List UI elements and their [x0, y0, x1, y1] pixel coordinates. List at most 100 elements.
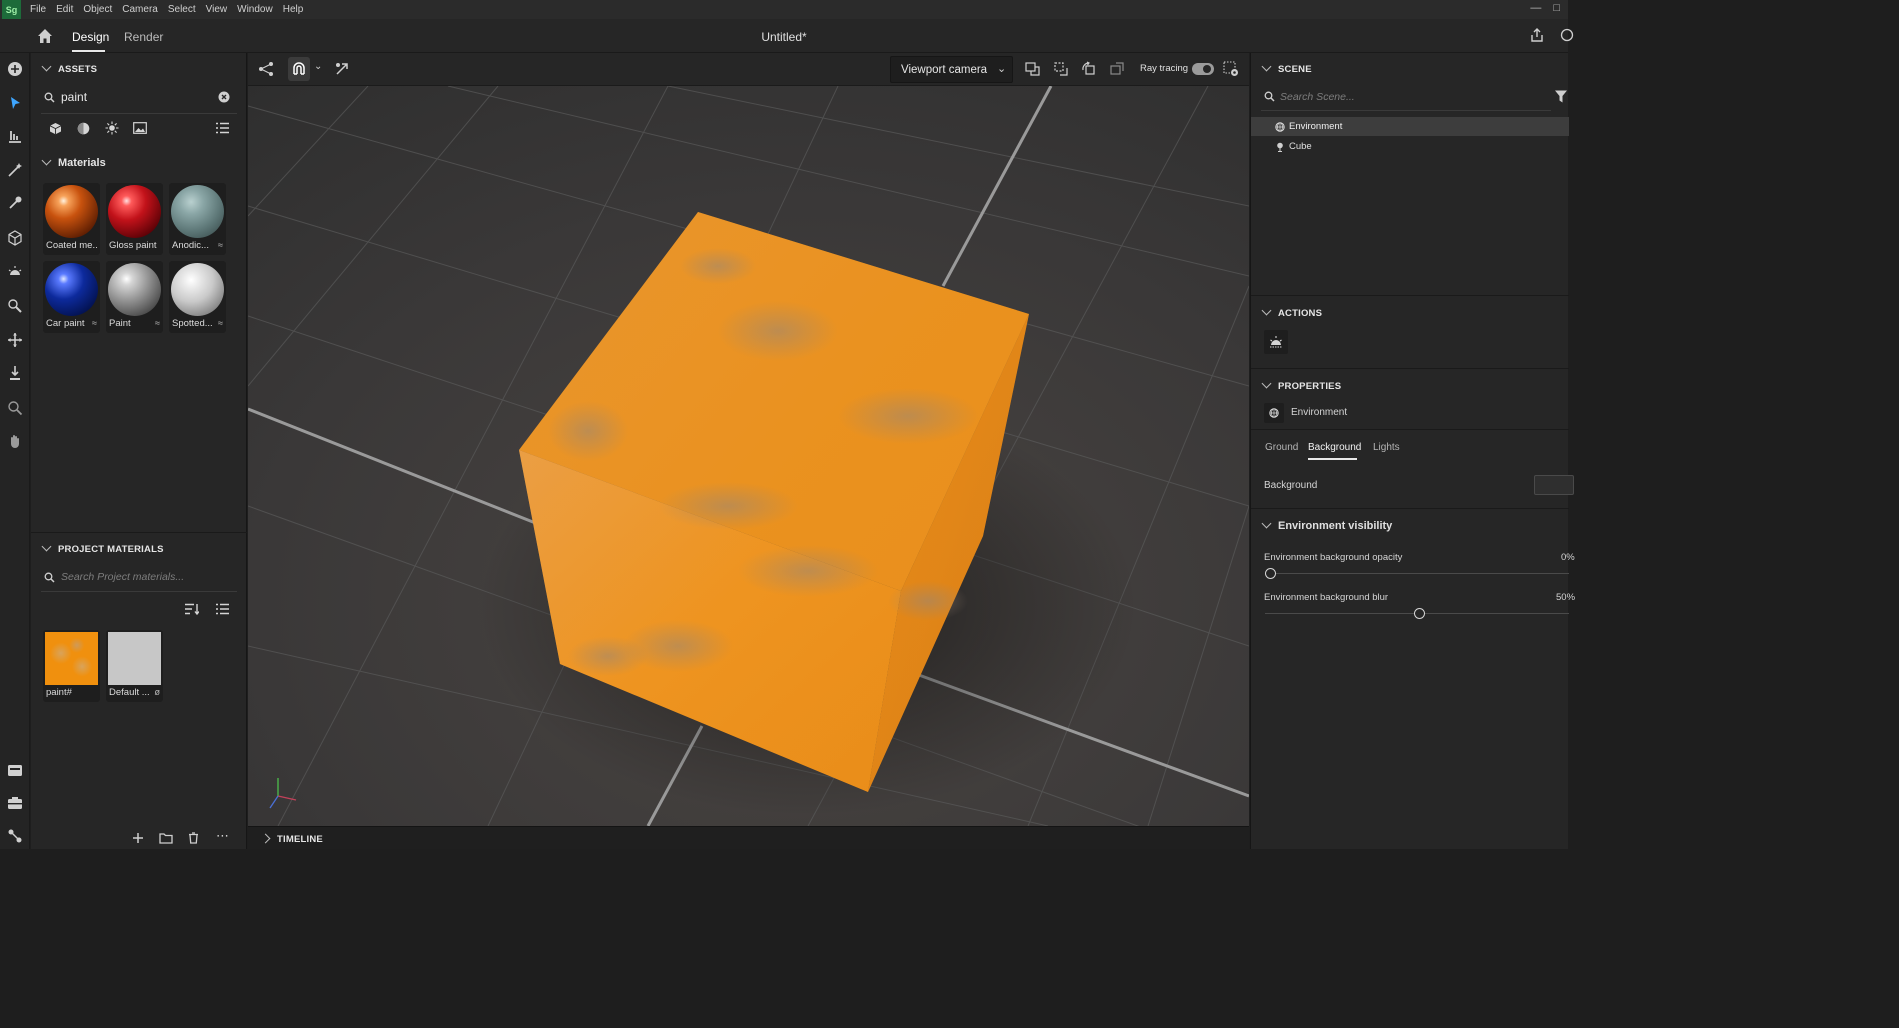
action-light-button[interactable] — [1264, 330, 1288, 354]
light-filter-icon[interactable] — [105, 121, 119, 135]
menu-object[interactable]: Object — [78, 4, 117, 15]
material-tile[interactable]: Gloss paint — [106, 183, 163, 255]
more-icon[interactable]: ⋯ — [216, 828, 229, 844]
material-swatch — [171, 185, 224, 238]
maximize-icon[interactable]: □ — [1553, 2, 1560, 14]
scene-item-label: Cube — [1289, 141, 1312, 152]
light-tool-icon[interactable] — [6, 263, 24, 281]
menu-help[interactable]: Help — [278, 4, 309, 15]
menu-edit[interactable]: Edit — [51, 4, 78, 15]
minimize-icon[interactable]: — — [1530, 2, 1541, 14]
hand-tool-icon[interactable] — [6, 432, 24, 450]
search-icon — [44, 92, 55, 103]
tab-ground[interactable]: Ground — [1265, 442, 1298, 453]
model-filter-icon[interactable] — [49, 122, 62, 135]
opacity-slider-track[interactable] — [1271, 573, 1569, 574]
render-settings-icon[interactable] — [1223, 61, 1239, 77]
library-icon[interactable] — [6, 794, 24, 812]
help-icon[interactable] — [1560, 28, 1574, 42]
camera-select[interactable]: Viewport camera ⌄ — [890, 56, 1013, 83]
folder-icon[interactable] — [159, 832, 173, 844]
project-material-tile[interactable]: Default ... ø — [106, 630, 163, 702]
materials-title: Materials — [58, 157, 106, 169]
scene-render[interactable] — [248, 86, 1249, 826]
viewport-canvas[interactable] — [248, 86, 1249, 826]
magic-wand-icon[interactable] — [6, 161, 24, 179]
materials-header[interactable]: Materials — [41, 155, 106, 169]
share-icon[interactable] — [1529, 27, 1545, 43]
material-filter-icon[interactable] — [77, 122, 90, 135]
sort-icon[interactable] — [185, 603, 199, 615]
camera-fit-icon[interactable] — [1053, 61, 1069, 77]
material-tile[interactable]: Paint ≈ — [106, 261, 163, 333]
clear-search-icon[interactable] — [218, 91, 230, 103]
add-icon[interactable] — [132, 832, 144, 844]
right-panel: SCENE Search Scene... Environment Cube A… — [1250, 53, 1575, 849]
panel-toggle-icon[interactable] — [6, 761, 24, 779]
magnet-icon — [293, 62, 305, 75]
opacity-slider-knob[interactable] — [1265, 568, 1276, 579]
blur-value[interactable]: 50% — [1556, 592, 1575, 603]
select-tool-icon[interactable] — [6, 94, 24, 112]
env-visibility-header[interactable]: Environment visibility — [1261, 518, 1392, 532]
properties-header[interactable]: PROPERTIES — [1261, 378, 1341, 392]
ray-tracing-toggle[interactable] — [1192, 63, 1214, 75]
project-materials-search-input[interactable]: Search Project materials... — [61, 571, 184, 583]
menu-camera[interactable]: Camera — [117, 4, 163, 15]
camera-orbit-icon[interactable] — [1081, 61, 1097, 77]
material-tile[interactable]: Spotted... ≈ — [169, 261, 226, 333]
snap-toggle[interactable] — [288, 57, 310, 81]
scene-item-environment[interactable]: Environment — [1251, 117, 1569, 136]
tab-lights[interactable]: Lights — [1373, 442, 1400, 453]
camera-frame-icon[interactable] — [1025, 61, 1041, 77]
blur-label: Environment background blur — [1264, 592, 1389, 603]
zoom-tool-icon[interactable] — [6, 399, 24, 417]
share-node-icon[interactable] — [258, 61, 274, 77]
menu-view[interactable]: View — [201, 4, 233, 15]
scene-title: SCENE — [1278, 64, 1312, 75]
drop-to-ground-icon[interactable] — [334, 61, 350, 77]
opacity-value[interactable]: 0% — [1561, 552, 1575, 563]
add-tool-icon[interactable] — [6, 60, 24, 78]
scene-item-cube[interactable]: Cube — [1251, 137, 1569, 156]
list-view-icon[interactable] — [216, 603, 229, 615]
chevron-down-icon — [41, 155, 52, 166]
tab-background[interactable]: Background — [1308, 442, 1361, 453]
timeline-bar[interactable]: TIMELINE — [248, 826, 1249, 849]
document-title: Untitled* — [761, 30, 807, 44]
filter-icon[interactable] — [1555, 90, 1567, 103]
material-tile[interactable]: Car paint ≈ — [43, 261, 100, 333]
material-swatch — [108, 263, 161, 316]
assets-search-input[interactable]: paint — [61, 90, 87, 104]
graph-icon[interactable] — [6, 827, 24, 845]
paint-tool-icon[interactable] — [6, 297, 24, 315]
camera-select-value: Viewport camera — [901, 64, 988, 76]
image-filter-icon[interactable] — [133, 122, 147, 134]
assets-header[interactable]: ASSETS — [41, 61, 97, 75]
move-tool-icon[interactable] — [6, 331, 24, 349]
project-materials-header[interactable]: PROJECT MATERIALS — [41, 541, 164, 555]
scene-search-input[interactable]: Search Scene... — [1280, 91, 1355, 103]
material-tile[interactable]: Anodic... ≈ — [169, 183, 226, 255]
blur-slider-knob[interactable] — [1414, 608, 1425, 619]
material-tile[interactable]: Coated me... — [43, 183, 100, 255]
drop-tool-icon[interactable] — [6, 364, 24, 382]
model-tool-icon[interactable] — [6, 229, 24, 247]
align-tool-icon[interactable] — [6, 127, 24, 145]
background-color-swatch[interactable] — [1534, 475, 1574, 495]
chevron-down-icon[interactable]: ⌄ — [314, 61, 322, 72]
actions-header[interactable]: ACTIONS — [1261, 305, 1323, 319]
camera-bookmark-icon[interactable] — [1109, 61, 1125, 77]
menu-file[interactable]: File — [25, 4, 51, 15]
scene-header[interactable]: SCENE — [1261, 61, 1312, 75]
actions-title: ACTIONS — [1278, 308, 1323, 319]
menu-window[interactable]: Window — [232, 4, 278, 15]
menu-select[interactable]: Select — [163, 4, 201, 15]
trash-icon[interactable] — [188, 832, 199, 844]
list-view-icon[interactable] — [216, 122, 229, 134]
project-material-tile[interactable]: paint# — [43, 630, 100, 702]
sample-tool-icon[interactable] — [6, 194, 24, 212]
material-swatch — [108, 632, 161, 685]
chevron-down-icon — [1261, 378, 1272, 389]
light-icon — [1270, 336, 1282, 348]
